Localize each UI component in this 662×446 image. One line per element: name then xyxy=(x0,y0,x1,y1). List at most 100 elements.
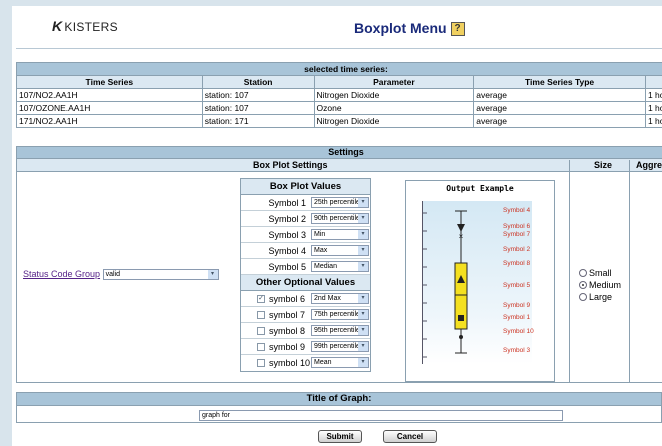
symbol-row: symbol 8 95th percentile ▾ xyxy=(241,323,370,339)
symbol-label: Symbol 1 xyxy=(503,314,531,321)
symbol-label: Symbol 9 xyxy=(503,302,531,309)
select-value: Min xyxy=(314,231,326,238)
size-options: Small Medium Large xyxy=(579,267,621,303)
boxplot-menu-page: K KISTERS Boxplot Menu? selected time ser… xyxy=(12,6,662,446)
symbol-9-select[interactable]: 99th percentile ▾ xyxy=(311,341,369,352)
settings-caption: Settings xyxy=(17,147,662,159)
symbol-row: Symbol 4 Max ▾ xyxy=(241,243,370,259)
symbol-label: Symbol 7 xyxy=(503,231,531,238)
select-value: 95th percentile xyxy=(314,327,360,334)
size-label: Medium xyxy=(589,280,622,290)
cell: Ozone xyxy=(313,101,475,115)
symbol-7-checkbox[interactable] xyxy=(257,311,265,319)
symbol-2-select[interactable]: 90th percentile ▾ xyxy=(311,213,369,224)
cell: 107/OZONE.AA1H xyxy=(16,101,203,115)
symbol-row: symbol 7 75th percentile ▾ xyxy=(241,307,370,323)
symbol-1-select[interactable]: 25th percentile ▾ xyxy=(311,197,369,208)
size-small-option[interactable]: Small xyxy=(579,267,621,279)
cell: average xyxy=(473,114,646,128)
title-of-graph-caption: Title of Graph: xyxy=(17,393,661,406)
kisters-logo: K KISTERS xyxy=(52,18,118,34)
select-value: 25th percentile xyxy=(314,199,360,206)
table-row: 107/OZONE.AA1H station: 107 Ozone averag… xyxy=(16,101,662,115)
chevron-down-icon: ▾ xyxy=(358,262,368,271)
symbol-row: ✓ symbol 6 2nd Max ▾ xyxy=(241,291,370,307)
select-value: 2nd Max xyxy=(314,295,341,302)
symbol-9-checkbox[interactable] xyxy=(257,343,265,351)
select-value: Median xyxy=(314,263,337,270)
example-boxplot: × Symbol 4 Symbol 6 Symbol 7 Symbol 2 Sy… xyxy=(422,201,534,364)
cell: 1 hou xyxy=(644,88,662,102)
size-label: Large xyxy=(589,292,613,302)
symbol-label: Symbol 2 xyxy=(503,246,531,253)
output-example-title: Output Example xyxy=(446,184,514,193)
submit-button[interactable]: Submit xyxy=(318,430,362,443)
table-row: 107/NO2.AA1H station: 107 Nitrogen Dioxi… xyxy=(16,88,662,102)
select-value: 75th percentile xyxy=(314,311,360,318)
size-large-option[interactable]: Large xyxy=(579,291,621,303)
symbol-label: symbol 9 xyxy=(269,342,306,352)
cell: average xyxy=(473,88,646,102)
graph-title-input[interactable]: graph for xyxy=(199,410,563,421)
cell: average xyxy=(473,101,646,115)
radio-icon[interactable] xyxy=(579,281,587,289)
chevron-down-icon: ▾ xyxy=(358,246,368,255)
symbol-label: symbol 7 xyxy=(269,310,306,320)
col-time-series-type: Time Series Type xyxy=(473,75,646,89)
settings-panel: Settings Box Plot Settings Size Aggre St… xyxy=(16,146,662,383)
title-of-graph-panel: Title of Graph: graph for xyxy=(16,392,662,423)
chevron-down-icon: ▾ xyxy=(358,358,368,367)
symbol-5-select[interactable]: Median ▾ xyxy=(311,261,369,272)
chevron-down-icon: ▾ xyxy=(358,230,368,239)
divider xyxy=(569,160,570,382)
symbol-row: symbol 9 99th percentile ▾ xyxy=(241,339,370,355)
symbol-7-select[interactable]: 75th percentile ▾ xyxy=(311,309,369,320)
symbol-label: Symbol 5 xyxy=(268,262,306,272)
symbol-6-select[interactable]: 2nd Max ▾ xyxy=(311,293,369,304)
symbol-label: symbol 6 xyxy=(269,294,306,304)
status-code-group: Status Code Group valid ▾ xyxy=(23,269,219,281)
symbol-label: Symbol 10 xyxy=(503,328,534,335)
radio-icon[interactable] xyxy=(579,269,587,277)
symbol-10-select[interactable]: Mean ▾ xyxy=(311,357,369,368)
size-label: Small xyxy=(589,268,612,278)
symbol-label: Symbol 4 xyxy=(503,207,531,214)
symbol-label: Symbol 5 xyxy=(503,282,531,289)
symbol-label: Symbol 2 xyxy=(268,214,306,224)
symbol-6-checkbox[interactable]: ✓ xyxy=(257,295,265,303)
help-icon[interactable]: ? xyxy=(450,22,465,37)
divider xyxy=(629,160,630,382)
cancel-button[interactable]: Cancel xyxy=(383,430,437,443)
symbol-label: Symbol 4 xyxy=(268,246,306,256)
chevron-down-icon: ▾ xyxy=(358,198,368,207)
symbol-8-select[interactable]: 95th percentile ▾ xyxy=(311,325,369,336)
cell: station: 171 xyxy=(201,114,315,128)
select-value: valid xyxy=(105,271,120,279)
settings-header-row: Box Plot Settings Size Aggre xyxy=(17,159,662,172)
size-medium-option[interactable]: Medium xyxy=(579,279,621,291)
symbol-3-select[interactable]: Min ▾ xyxy=(311,229,369,240)
chevron-down-icon: ▾ xyxy=(358,326,368,335)
chevron-down-icon: ▾ xyxy=(358,342,368,351)
symbol-8-checkbox[interactable] xyxy=(257,327,265,335)
symbol-label: Symbol 1 xyxy=(268,198,306,208)
symbol-10-checkbox[interactable] xyxy=(257,359,265,367)
output-example: Output Example × Symbol 4 Symbol 6 Symbo… xyxy=(405,180,555,382)
select-value: 99th percentile xyxy=(314,343,360,350)
symbol-row: Symbol 5 Median ▾ xyxy=(241,259,370,275)
svg-text:×: × xyxy=(459,232,464,241)
radio-icon[interactable] xyxy=(579,293,587,301)
col-aggregation: Aggre xyxy=(636,160,662,170)
symbol-row: symbol 10 Mean ▾ xyxy=(241,355,370,371)
time-series-caption: selected time series: xyxy=(16,62,662,76)
symbol-4-select[interactable]: Max ▾ xyxy=(311,245,369,256)
status-code-group-select[interactable]: valid ▾ xyxy=(102,269,219,281)
chevron-down-icon: ▾ xyxy=(358,294,368,303)
col-time-series: Time Series xyxy=(16,75,203,89)
cell: 171/NO2.AA1H xyxy=(16,114,203,128)
col-box-plot-settings: Box Plot Settings xyxy=(253,160,328,170)
cell: 1 hou xyxy=(644,101,662,115)
status-code-group-link[interactable]: Status Code Group xyxy=(23,269,100,279)
chevron-down-icon: ▾ xyxy=(207,270,218,280)
select-value: 90th percentile xyxy=(314,215,360,222)
